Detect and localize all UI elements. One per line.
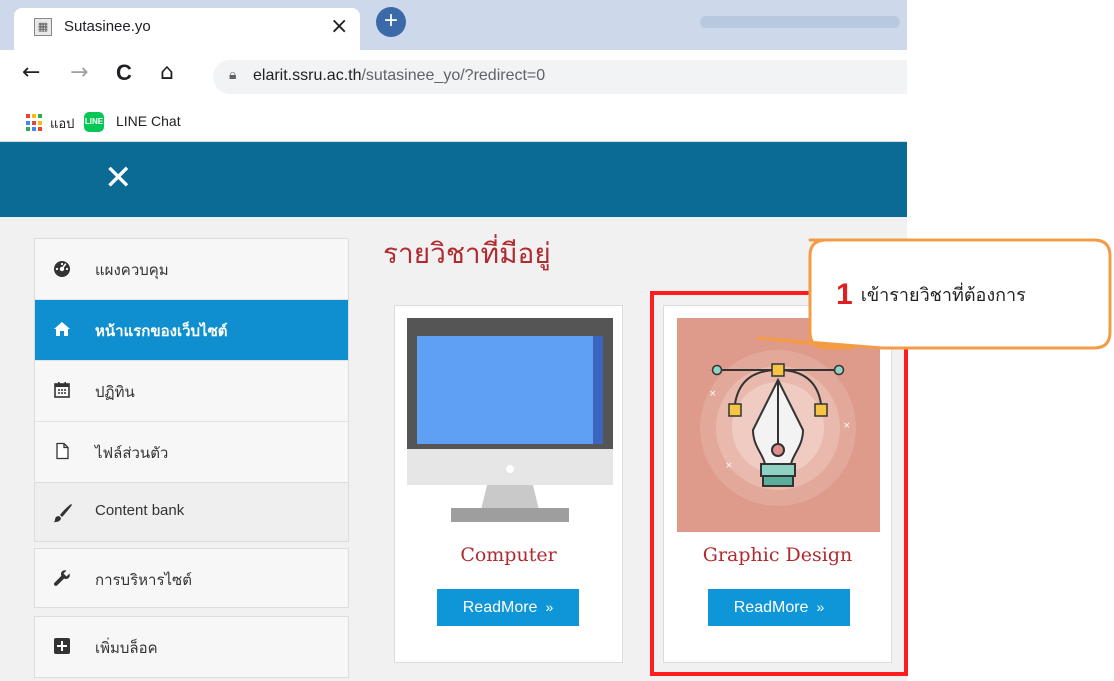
reload-icon[interactable]: C <box>116 60 132 86</box>
close-drawer-icon[interactable]: ✕ <box>104 158 133 198</box>
back-arrow-icon[interactable]: ← <box>22 60 40 85</box>
sidebar-item-calendar[interactable]: ปฏิทิน <box>35 361 348 422</box>
step-instruction: เข้ารายวิชาที่ต้องการ <box>860 285 1026 306</box>
sidebar-item-home[interactable]: หน้าแรกของเว็บไซต์ <box>35 300 348 361</box>
sidebar-item-label: แผงควบคุม <box>95 261 169 279</box>
callout-text: 1 เข้ารายวิชาที่ต้องการ <box>836 278 1026 312</box>
browser-toolbar: ← → C ⌂ 🔒︎ elarit.ssru.ac.th/sutasinee_y… <box>0 50 907 102</box>
sidebar-admin-block: การบริหารไซต์ <box>34 548 349 608</box>
site-header: ✕ <box>0 142 907 217</box>
readmore-label: ReadMore <box>462 599 538 616</box>
sidebar-item-label: ไฟล์ส่วนตัว <box>95 444 169 462</box>
sidebar-item-dashboard[interactable]: แผงควบคุม <box>35 239 348 300</box>
blurred-profile-area <box>700 16 900 28</box>
step-number: 1 <box>836 278 853 311</box>
monitor-illustration[interactable] <box>407 318 613 530</box>
calendar-icon <box>53 381 71 399</box>
sidebar-item-content-bank[interactable]: Content bank <box>35 483 348 541</box>
tab-title: Sutasinee.yo <box>64 18 151 35</box>
readmore-button[interactable]: ReadMore » <box>437 589 579 626</box>
home-icon[interactable]: ⌂ <box>160 60 174 85</box>
sidebar-item-label: Content bank <box>95 502 185 519</box>
screenshot: ▦ Sutasinee.yo × + ← → C ⌂ 🔒︎ elarit.ssr… <box>0 0 1114 681</box>
home-icon <box>53 320 71 338</box>
double-chevron-right-icon: » <box>545 599 554 615</box>
tab-close-icon[interactable]: × <box>330 14 348 39</box>
sidebar-item-label: ปฏิทิน <box>95 383 135 401</box>
bookmark-apps[interactable]: แอป <box>50 113 74 134</box>
url-text: elarit.ssru.ac.th/sutasinee_yo/?redirect… <box>253 67 545 85</box>
bookmark-line-chat[interactable]: LINE Chat <box>116 113 181 129</box>
sidebar-item-label: หน้าแรกของเว็บไซต์ <box>95 322 228 340</box>
sidebar-item-site-admin[interactable]: การบริหารไซต์ <box>35 549 348 607</box>
sidebar-add-block: เพิ่มบล็อค <box>34 616 349 678</box>
browser-tab-strip: ▦ Sutasinee.yo × + <box>0 0 907 50</box>
paintbrush-icon <box>53 503 72 523</box>
sidebar-item-private-files[interactable]: ไฟล์ส่วนตัว <box>35 422 348 483</box>
apps-grid-icon[interactable] <box>26 114 44 132</box>
sidebar-navigation: แผงควบคุม หน้าแรกของเว็บไซต์ ปฏิทิน ไฟล์… <box>34 238 349 484</box>
line-icon: LINE <box>84 112 104 132</box>
url-path: /sutasinee_yo/?redirect=0 <box>361 67 546 84</box>
url-domain: elarit.ssru.ac.th <box>253 67 362 84</box>
sidebar-item-add-block[interactable]: เพิ่มบล็อค <box>35 617 348 677</box>
sidebar-content-bank-block: Content bank <box>34 482 349 542</box>
sidebar-item-label: เพิ่มบล็อค <box>95 639 158 657</box>
lock-icon: 🔒︎ <box>229 67 237 83</box>
address-bar[interactable]: 🔒︎ elarit.ssru.ac.th/sutasinee_yo/?redir… <box>213 60 907 94</box>
available-courses-heading: รายวิชาที่มีอยู่ <box>383 237 551 270</box>
site-favicon-icon: ▦ <box>34 18 52 36</box>
plus-square-icon <box>53 637 71 655</box>
forward-arrow-icon[interactable]: → <box>70 60 88 85</box>
new-tab-button[interactable]: + <box>376 7 406 37</box>
course-card-computer[interactable]: Computer ReadMore » <box>394 305 623 663</box>
file-icon <box>53 442 71 460</box>
highlight-box <box>650 291 908 676</box>
course-title[interactable]: Computer <box>395 544 622 566</box>
sidebar-item-label: การบริหารไซต์ <box>95 571 192 589</box>
dashboard-icon <box>53 259 71 277</box>
browser-tab[interactable]: ▦ Sutasinee.yo × <box>14 8 360 50</box>
bookmarks-bar: แอป LINE LINE Chat <box>0 102 907 142</box>
wrench-icon <box>53 569 71 587</box>
